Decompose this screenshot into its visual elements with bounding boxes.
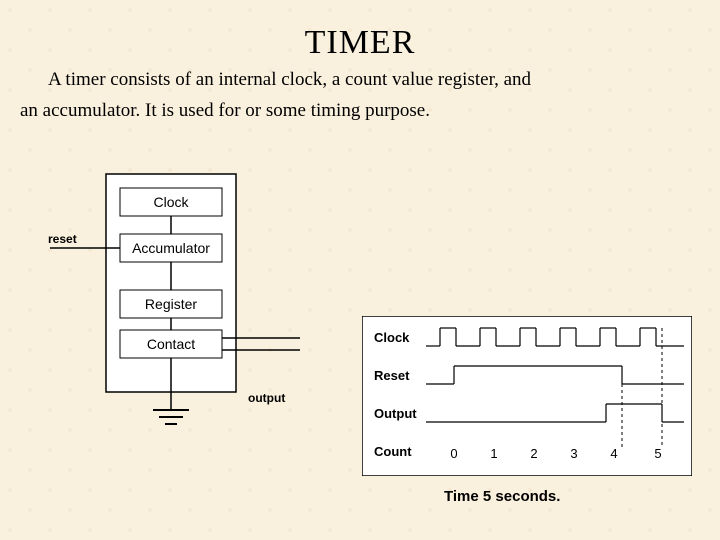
count-1: 1	[490, 446, 497, 461]
block-diagram: Clock Accumulator reset Register Contact…	[40, 170, 320, 450]
count-2: 2	[530, 446, 537, 461]
signal-label-output: Output	[374, 406, 417, 421]
description-line1: A timer consists of an internal clock, a…	[0, 62, 720, 93]
page-title: TIMER	[0, 0, 720, 62]
signal-label-count: Count	[374, 444, 412, 459]
count-3: 3	[570, 446, 577, 461]
count-5: 5	[654, 446, 661, 461]
signal-label-reset: Reset	[374, 368, 410, 383]
block-label-register: Register	[145, 296, 197, 312]
count-0: 0	[450, 446, 457, 461]
count-4: 4	[610, 446, 617, 461]
block-label-accumulator: Accumulator	[132, 240, 210, 256]
timing-caption: Time 5 seconds.	[444, 488, 560, 505]
ground-icon	[153, 410, 189, 424]
description-line2: an accumulator. It is used for or some t…	[0, 93, 720, 124]
reset-label: reset	[48, 232, 77, 246]
timing-diagram: Clock Reset Output Count	[362, 316, 692, 476]
signal-label-clock: Clock	[374, 330, 410, 345]
block-label-clock: Clock	[153, 194, 189, 210]
output-label: output	[248, 391, 285, 405]
block-label-contact: Contact	[147, 336, 195, 352]
